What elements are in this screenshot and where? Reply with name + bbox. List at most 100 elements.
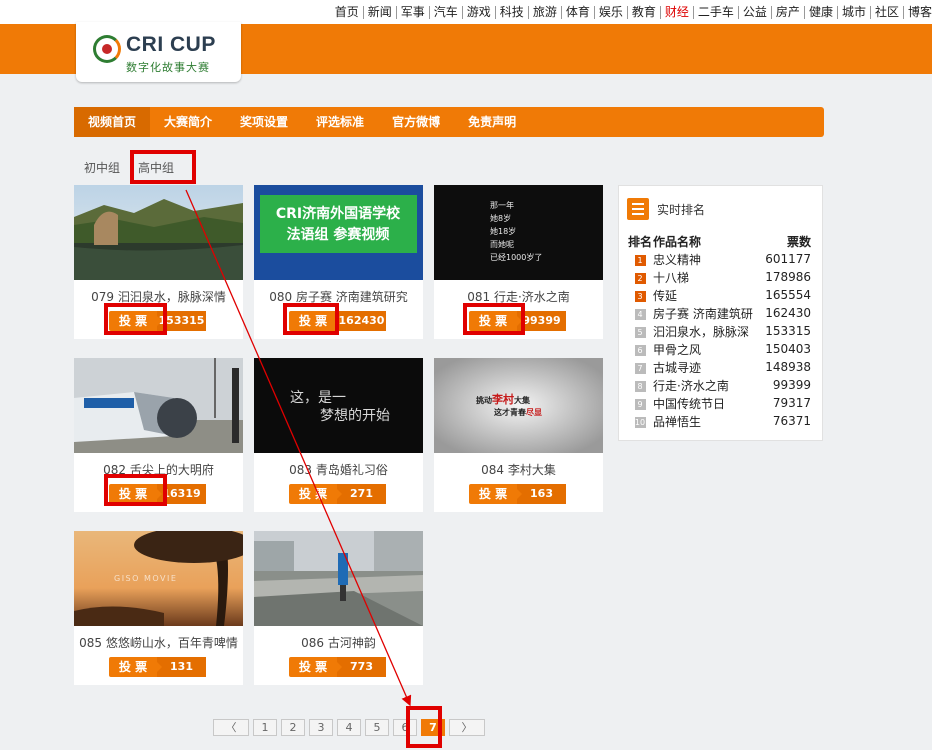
nav-criteria[interactable]: 评选标准: [302, 107, 378, 137]
work-name[interactable]: 甲骨之风: [653, 340, 761, 358]
video-card[interactable]: 086 古河神韵 投 票 773: [254, 531, 423, 685]
top-nav-link[interactable]: 健康: [803, 6, 837, 19]
rank-number: 8: [627, 376, 653, 394]
top-nav-link[interactable]: 博客: [902, 6, 932, 19]
pager-prev-button[interactable]: 〈: [213, 719, 249, 736]
pager-page[interactable]: 3: [309, 719, 333, 736]
ranking-row[interactable]: 2 十八梯 178986: [627, 268, 817, 286]
rank-badge: 7: [634, 363, 646, 374]
ranking-row[interactable]: 7 古城寻迹 148938: [627, 358, 817, 376]
work-name[interactable]: 汩汩泉水，脉脉深: [653, 322, 761, 340]
video-thumbnail[interactable]: 这，是一 梦想的开始: [254, 358, 423, 453]
video-title[interactable]: 086 古河神韵: [254, 634, 423, 651]
work-name[interactable]: 房子赛 济南建筑研: [653, 304, 761, 322]
ranking-row[interactable]: 8 行走·济水之南 99399: [627, 376, 817, 394]
vote-button[interactable]: 投 票: [469, 484, 522, 504]
work-name[interactable]: 行走·济水之南: [653, 376, 761, 394]
top-nav-link[interactable]: 城市: [836, 6, 870, 19]
top-nav-link[interactable]: 教育: [626, 6, 660, 19]
rank-badge: 1: [634, 255, 646, 266]
thumb-text-line: CRI济南外国语学校: [276, 205, 401, 222]
top-nav-link[interactable]: 科技: [494, 6, 528, 19]
pager-next-button[interactable]: 〉: [449, 719, 485, 736]
thumb-text-line: 梦想的开始: [320, 408, 390, 424]
vote-widget: 投 票 773: [289, 657, 386, 677]
work-votes: 99399: [772, 378, 811, 392]
pager-page[interactable]: 4: [337, 719, 361, 736]
ranking-title: 实时排名: [657, 202, 706, 217]
work-votes: 165554: [765, 288, 811, 302]
work-name[interactable]: 中国传统节日: [653, 394, 761, 412]
pager-page[interactable]: 5: [365, 719, 389, 736]
work-name[interactable]: 古城寻迹: [653, 358, 761, 376]
top-nav-link[interactable]: 旅游: [527, 6, 561, 19]
video-title[interactable]: 085 悠悠崂山水，百年青啤情: [74, 634, 243, 651]
video-card[interactable]: 这，是一 梦想的开始 083 青岛婚礼习俗 投 票 271: [254, 358, 423, 512]
vote-button[interactable]: 投 票: [289, 657, 342, 677]
ranking-row[interactable]: 3 传延 165554: [627, 286, 817, 304]
top-nav-link[interactable]: 房产: [770, 6, 804, 19]
thumb-text-line: 而她呢: [490, 239, 514, 249]
rank-badge: 6: [634, 345, 646, 356]
work-votes: 601177: [765, 252, 811, 266]
top-nav-link[interactable]: 二手车: [692, 6, 738, 19]
logo[interactable]: CRI CUP 数字化故事大赛: [76, 22, 241, 82]
video-thumbnail[interactable]: CRI济南外国语学校 法语组 参赛视频: [254, 185, 423, 280]
vote-button[interactable]: 投 票: [289, 484, 342, 504]
work-name[interactable]: 传延: [653, 286, 761, 304]
work-votes: 79317: [772, 396, 811, 410]
highlight-box-page-7: [406, 706, 442, 748]
rank-badge: 10: [634, 417, 646, 428]
pagination: 〈 1 2 3 4 5 6 7 〉: [213, 719, 489, 736]
top-nav-link[interactable]: 娱乐: [593, 6, 627, 19]
top-nav-link[interactable]: 财经: [659, 6, 693, 19]
top-nav-link[interactable]: 军事: [395, 6, 429, 19]
votes-column-header: 票数: [786, 235, 811, 249]
top-nav-link[interactable]: 体育: [560, 6, 594, 19]
video-thumbnail[interactable]: [74, 358, 243, 453]
ranking-row[interactable]: 4 房子赛 济南建筑研 162430: [627, 304, 817, 322]
highlight-box-vote: [104, 474, 167, 506]
top-nav-link[interactable]: 游戏: [461, 6, 495, 19]
vote-button[interactable]: 投 票: [109, 657, 162, 677]
tab-junior[interactable]: 初中组: [84, 158, 120, 178]
thumb-text-line: 挑动李村大集: [476, 392, 531, 406]
video-title[interactable]: 083 青岛婚礼习俗: [254, 461, 423, 478]
ranking-row[interactable]: 10 品禅悟生 76371: [627, 412, 817, 430]
work-name[interactable]: 品禅悟生: [653, 412, 761, 430]
top-nav-link[interactable]: 汽车: [428, 6, 462, 19]
top-nav-link[interactable]: 新闻: [362, 6, 396, 19]
logo-title: CRI CUP: [126, 33, 216, 56]
ranking-row[interactable]: 9 中国传统节日 79317: [627, 394, 817, 412]
ranking-row[interactable]: 5 汩汩泉水，脉脉深 153315: [627, 322, 817, 340]
nav-weibo[interactable]: 官方微博: [378, 107, 454, 137]
nav-disclaimer[interactable]: 免责声明: [454, 107, 530, 137]
work-votes: 148938: [765, 360, 811, 374]
top-nav-link[interactable]: 社区: [869, 6, 903, 19]
video-thumbnail[interactable]: 挑动李村大集 这才青春尽显: [434, 358, 603, 453]
vote-count: 163: [517, 484, 566, 504]
vote-count: 162430: [337, 311, 386, 331]
top-nav-link[interactable]: 首页: [331, 6, 363, 19]
main-navigation: 视频首页 大赛简介 奖项设置 评选标准 官方微博 免责声明: [74, 107, 824, 137]
video-title[interactable]: 084 李村大集: [434, 461, 603, 478]
nav-video-home[interactable]: 视频首页: [74, 107, 151, 137]
highlight-box-vote: [104, 303, 167, 335]
nav-contest-intro[interactable]: 大赛简介: [150, 107, 226, 137]
video-card[interactable]: 挑动李村大集 这才青春尽显 084 李村大集 投 票 163: [434, 358, 603, 512]
video-thumbnail[interactable]: 那一年 她8岁 她18岁 而她呢 已经1000岁了: [434, 185, 603, 280]
thumb-text-line: 她18岁: [490, 226, 516, 236]
video-thumbnail[interactable]: [254, 531, 423, 626]
ranking-row[interactable]: 6 甲骨之风 150403: [627, 340, 817, 358]
video-thumbnail[interactable]: GISO MOVIE: [74, 531, 243, 626]
work-name[interactable]: 忠义精神: [653, 250, 761, 268]
pager-page[interactable]: 1: [253, 719, 277, 736]
top-nav-link[interactable]: 公益: [737, 6, 771, 19]
video-card[interactable]: GISO MOVIE 085 悠悠崂山水，百年青啤情 投 票 131: [74, 531, 243, 685]
list-icon: [627, 198, 649, 220]
pager-page[interactable]: 2: [281, 719, 305, 736]
work-name[interactable]: 十八梯: [653, 268, 761, 286]
video-thumbnail[interactable]: [74, 185, 243, 280]
ranking-row[interactable]: 1 忠义精神 601177: [627, 250, 817, 268]
nav-awards[interactable]: 奖项设置: [226, 107, 302, 137]
